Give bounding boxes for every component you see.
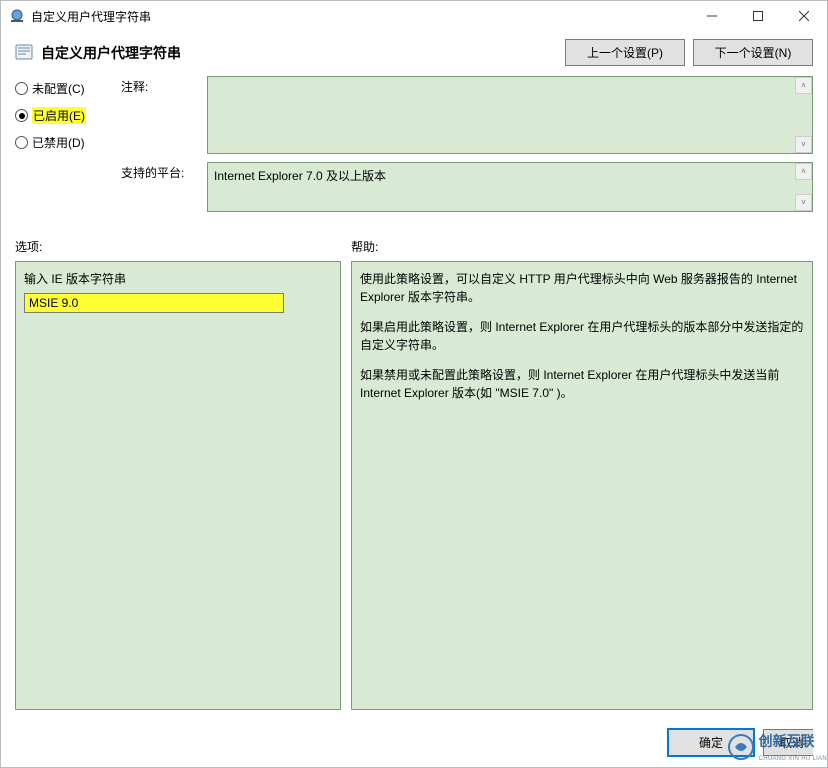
section-labels: 选项: 帮助: xyxy=(1,228,827,261)
scroll-up-icon[interactable]: ˄ xyxy=(795,77,812,94)
scroll-down-icon[interactable]: ˅ xyxy=(795,136,812,153)
next-setting-button[interactable]: 下一个设置(N) xyxy=(693,39,813,66)
platforms-box: Internet Explorer 7.0 及以上版本 ˄ ˅ xyxy=(207,162,813,212)
ie-version-input[interactable] xyxy=(24,293,284,313)
minimize-button[interactable] xyxy=(689,1,735,31)
radio-icon xyxy=(15,109,28,122)
radio-enabled[interactable]: 已启用(E) xyxy=(15,107,121,124)
watermark-brand: 创新互联 xyxy=(759,733,815,749)
maximize-button[interactable] xyxy=(735,1,781,31)
watermark-sub: CHUANG XIN HU LIAN xyxy=(759,756,827,762)
footer: 确定 取消 xyxy=(1,720,827,767)
options-label: 选项: xyxy=(15,238,351,255)
panels: 输入 IE 版本字符串 使用此策略设置，可以自定义 HTTP 用户代理标头中向 … xyxy=(1,261,827,720)
state-radios: 未配置(C) 已启用(E) 已禁用(D) xyxy=(15,76,121,220)
config-area: 未配置(C) 已启用(E) 已禁用(D) 注释: ˄ ˅ xyxy=(1,66,827,228)
policy-icon xyxy=(15,44,33,62)
radio-label: 已禁用(D) xyxy=(32,134,85,151)
titlebar: 自定义用户代理字符串 xyxy=(1,1,827,31)
radio-icon xyxy=(15,82,28,95)
help-label: 帮助: xyxy=(351,238,813,255)
help-text: 如果禁用或未配置此策略设置，则 Internet Explorer 在用户代理标… xyxy=(360,366,804,402)
watermark: 创新互联 CHUANG XIN HU LIAN xyxy=(727,731,827,763)
radio-label: 已启用(E) xyxy=(32,107,86,124)
scroll-up-icon[interactable]: ˄ xyxy=(795,163,812,180)
radio-disabled[interactable]: 已禁用(D) xyxy=(15,134,121,151)
radio-label: 未配置(C) xyxy=(32,80,85,97)
window-controls xyxy=(689,1,827,31)
help-text: 如果启用此策略设置，则 Internet Explorer 在用户代理标头的版本… xyxy=(360,318,804,354)
help-panel: 使用此策略设置，可以自定义 HTTP 用户代理标头中向 Web 服务器报告的 I… xyxy=(351,261,813,710)
comment-textarea[interactable]: ˄ ˅ xyxy=(207,76,813,154)
previous-setting-button[interactable]: 上一个设置(P) xyxy=(565,39,685,66)
app-icon xyxy=(9,8,25,24)
input-label: 输入 IE 版本字符串 xyxy=(24,270,332,287)
comment-label: 注释: xyxy=(121,76,207,154)
page-title: 自定义用户代理字符串 xyxy=(41,43,565,63)
header-row: 自定义用户代理字符串 上一个设置(P) 下一个设置(N) xyxy=(1,31,827,66)
scroll-down-icon[interactable]: ˅ xyxy=(795,194,812,211)
watermark-logo-icon xyxy=(727,733,755,761)
window-title: 自定义用户代理字符串 xyxy=(31,8,689,25)
help-text: 使用此策略设置，可以自定义 HTTP 用户代理标头中向 Web 服务器报告的 I… xyxy=(360,270,804,306)
window: 自定义用户代理字符串 自定义用户代理字符串 上一个设置(P) xyxy=(0,0,828,768)
radio-not-configured[interactable]: 未配置(C) xyxy=(15,80,121,97)
close-button[interactable] xyxy=(781,1,827,31)
options-panel: 输入 IE 版本字符串 xyxy=(15,261,341,710)
radio-icon xyxy=(15,136,28,149)
platforms-value: Internet Explorer 7.0 及以上版本 xyxy=(214,169,386,183)
platforms-label: 支持的平台: xyxy=(121,162,207,212)
